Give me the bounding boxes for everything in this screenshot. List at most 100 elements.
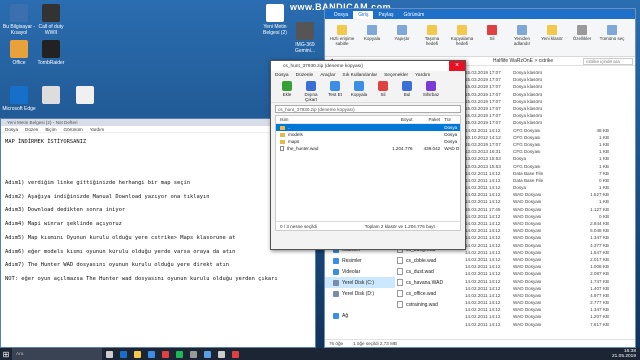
file-row[interactable]: 14.02.2011 14:12 Data Base File 0 KB [465,177,635,184]
clock[interactable]: 16:38 21.05.2019 [612,349,640,359]
ribbon-tab[interactable]: Görünüm [398,11,429,19]
ribbon-tab[interactable]: Giriş [353,11,374,19]
col-type[interactable]: Tür [440,117,460,122]
archive-tool-button[interactable]: Dışına Çıkart [299,79,323,102]
bandicam-icon[interactable] [228,348,242,360]
file-row[interactable]: 14.02.2011 14:12 WAD Dosyası 0 KB [465,213,635,220]
file-row[interactable]: 14.02.2011 14:12 WAD Dosyası 1.547 KB [465,249,635,256]
col-name[interactable]: Isim [276,117,385,122]
notepad-menu-item[interactable]: Düzen [25,127,38,132]
ribbon-button[interactable]: Tümünü seç [599,25,625,41]
desktop-shortcut[interactable] [68,86,102,106]
file-row[interactable]: 10.10.2012 14:12 CFG Dosyası 1 KB [465,134,635,141]
ribbon-button[interactable]: Kopyalama hedefi [449,25,475,46]
spotify-icon[interactable] [172,348,186,360]
file-row[interactable]: 14.02.2011 14:12 WAD Dosyası 1.747 KB [465,277,635,284]
col-packed[interactable]: Paket [413,117,440,122]
wad-file-row[interactable]: cs_havana.WAD [397,277,477,288]
archive-menu-item[interactable]: Düzenle [296,73,314,78]
file-row[interactable]: 14.02.2011 14:12 WAD Dosyası 1.347 KB [465,306,635,313]
file-row[interactable]: 14.02.2011 14:12 WAD Dosyası 1 KB [465,198,635,205]
nav-item[interactable]: Yerel Disk (C:) [325,277,395,288]
nav-item[interactable]: Ağ [325,310,395,321]
file-row[interactable]: 14.02.2011 14:12 Data Base File 7 KB [465,170,635,177]
notepad-window[interactable]: Yeni Metin Belgesi (2) - Not Defteri Dos… [0,118,316,348]
desktop-shortcut[interactable]: Yeni Metin Belgesi (2) [258,4,292,36]
desktop-shortcut[interactable]: Microsoft Edge [2,86,36,112]
ribbon-tab[interactable]: Paylaş [373,11,398,19]
task-view-icon[interactable] [102,348,116,360]
nav-item[interactable]: Yerel Disk (D:) [325,288,395,299]
file-row[interactable]: 14.02.2011 14:12 WAD Dosyası 1.527 KB [465,191,635,198]
ribbon-button[interactable]: Yapıştır [389,25,415,41]
desktop-shortcut[interactable]: TombRaider [34,40,68,66]
address-path[interactable]: Halflife WaRzOnE > cstrike [493,58,553,64]
archive-menu-item[interactable]: Seçenekler [384,73,408,78]
nav-item[interactable]: Resimler [325,255,395,266]
zip-icon[interactable] [214,348,228,360]
file-row[interactable]: 15.03.2019 17:07 Dosya klasörü [465,83,635,90]
archive-row[interactable]: .. Dosya [276,124,460,131]
col-size[interactable]: Boyut [385,117,413,122]
archive-menu-item[interactable]: Araçlar [320,73,335,78]
nav-item[interactable] [325,299,395,310]
chrome-icon[interactable] [158,348,172,360]
archive-menu-item[interactable]: Sık Kullanılanlar [342,73,377,78]
file-row[interactable]: 14.02.2011 14:12 CFG Dosyası 48 KB [465,127,635,134]
file-row[interactable]: 13.03.2013 15:53 Dosya 1 KB [465,155,635,162]
archive-row[interactable]: models Dosya [276,131,460,138]
archive-path-field[interactable]: cs_hunt_37930.zip (deneme kopyası) [275,105,461,113]
archive-tool-button[interactable]: Bul [395,79,419,102]
notepad-icon[interactable] [200,348,214,360]
ribbon-button[interactable]: Taşıma hedefi [419,25,445,46]
archive-menu-item[interactable]: Yardım [415,73,430,78]
ribbon-tab[interactable]: Dosya [329,11,353,19]
file-row[interactable]: 14.02.2011 14:12 WAD Dosyası 4.977 KB [465,292,635,299]
ribbon-button[interactable]: Kopyala [359,25,385,41]
file-row[interactable]: 14.02.2011 14:12 WAD Dosyası 1.347 KB [465,234,635,241]
file-row[interactable]: 16.03.2011 17:45 WAD Dosyası 1.127 KB [465,206,635,213]
nav-item[interactable]: Videolar [325,266,395,277]
notepad-text-area[interactable]: MAP İNDİRMEK İSTİYORSANIZ Adım1) verdiğim… [1,133,315,290]
ribbon-button[interactable]: Hızlı erişime sabitle [329,25,355,46]
notepad-menu-item[interactable]: Biçim [45,127,56,132]
wad-file-row[interactable]: cstraining.wad [397,299,477,310]
close-icon[interactable]: × [449,61,465,71]
desktop-shortcut[interactable]: Bu Bilgisayar - Kısayol [2,4,36,36]
store-icon[interactable] [144,348,158,360]
file-row[interactable]: 14.02.2011 14:12 Dosya 1 KB [465,184,635,191]
file-row[interactable]: 14.02.2011 14:12 WAD Dosyası 1.407 KB [465,285,635,292]
archive-tool-button[interactable]: Sil [371,79,395,102]
desktop-shortcut[interactable]: IMG-369 Gemini... [288,22,322,54]
file-row[interactable]: 14.02.2011 14:12 WAD Dosyası 1.207 KB [465,313,635,320]
archive-window[interactable]: cs_hunt_37930.zip (deneme kopyası) × Dos… [270,60,466,250]
file-row[interactable]: 14.02.2011 14:12 WAD Dosyası 7.617 KB [465,321,635,328]
archive-tool-button[interactable]: Kopyala [347,79,371,102]
archive-menu-item[interactable]: Dosya [275,73,289,78]
file-row[interactable]: 15.03.2019 17:07 Dosya klasörü [465,119,635,126]
notepad-menu-item[interactable]: Görünüm [64,127,83,132]
archive-tool-button[interactable]: Ekle [275,79,299,102]
archive-tool-button[interactable]: Sihirbaz [419,79,443,102]
edge-icon[interactable] [116,348,130,360]
file-row[interactable]: 14.02.2011 14:12 WAD Dosyası 2.087 KB [465,270,635,277]
ribbon-button[interactable]: Özellikler [569,25,595,41]
ribbon-button[interactable]: Yeniden adlandır [509,25,535,46]
steam-icon[interactable] [186,348,200,360]
desktop-shortcut[interactable]: Call of duty WWII [34,4,68,36]
file-row[interactable]: 15.03.2019 17:07 Dosya klasörü [465,69,635,76]
file-row[interactable]: 15.03.2019 17:07 Dosya klasörü [465,98,635,105]
desktop-shortcut[interactable] [34,86,68,106]
search-input[interactable]: cstrike içinde ara [583,57,633,65]
file-row[interactable]: 14.02.2011 14:12 WAD Dosyası 2.844 KB [465,220,635,227]
file-row[interactable]: 15.03.2019 17:07 Dosya klasörü [465,76,635,83]
file-row[interactable]: 15.03.2019 17:07 Dosya klasörü [465,105,635,112]
notepad-menu-item[interactable]: Yardım [90,127,104,132]
archive-row[interactable]: maps Dosya [276,138,460,145]
file-row[interactable]: 14.02.2011 14:12 WAD Dosyası 1.008 KB [465,263,635,270]
explorer-icon[interactable] [130,348,144,360]
start-button[interactable]: ⊞ [0,348,12,360]
file-row[interactable]: 15.03.2019 17:07 CFG Dosyası 1 KB [465,141,635,148]
ribbon-button[interactable]: Yeni klasör [539,25,565,41]
archive-row[interactable]: the_hunter.wad 1.204.776 439.042 WAD D [276,145,460,152]
